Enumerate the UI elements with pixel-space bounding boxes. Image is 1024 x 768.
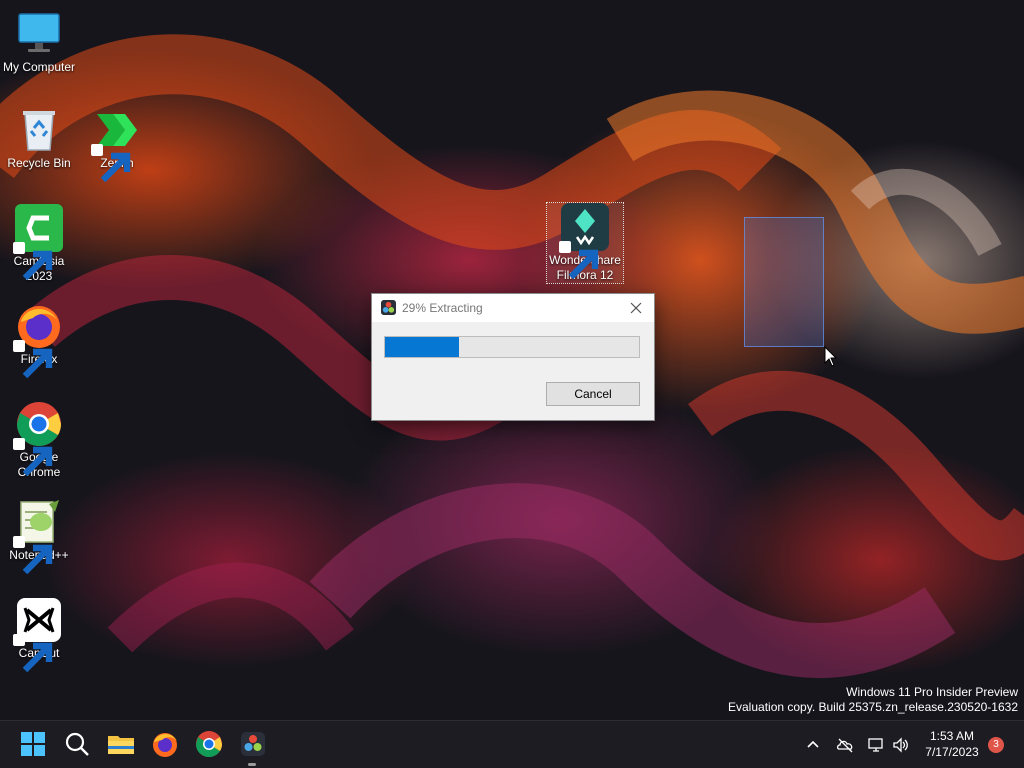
notification-badge[interactable]: 3 <box>988 737 1004 753</box>
desktop-icon-firefox[interactable]: Firefox <box>1 302 77 379</box>
dialog-titlebar[interactable]: 29% Extracting <box>372 294 654 322</box>
search-button[interactable] <box>62 729 92 759</box>
active-app-indicator <box>248 763 256 766</box>
davinci-resolve-icon <box>241 732 265 756</box>
show-hidden-icons-button[interactable] <box>804 736 822 754</box>
desktop-icon-camtasia[interactable]: Camtasia 2023 <box>1 204 77 284</box>
extracting-dialog: 29% Extracting Cancel <box>371 293 655 421</box>
extraction-progress-bar <box>384 336 640 358</box>
taskbar-file-explorer[interactable] <box>106 729 136 759</box>
desktop-icon-my-computer[interactable]: My Computer <box>1 10 77 75</box>
capcut-icon <box>13 596 63 673</box>
zenith-icon <box>91 106 141 183</box>
cloud-offline-icon <box>836 738 853 753</box>
desktop-icon-notepadpp[interactable]: Notepad++ <box>1 498 77 575</box>
computer-icon <box>15 10 63 58</box>
mouse-cursor-icon <box>824 346 838 367</box>
desktop-icon-google-chrome[interactable]: Google Chrome <box>1 400 77 480</box>
search-icon <box>65 732 89 756</box>
close-icon[interactable] <box>626 298 646 318</box>
desktop-icon-filmora[interactable]: Wondershare Filmora 12 <box>546 202 624 284</box>
windows-watermark: Windows 11 Pro Insider Preview Evaluatio… <box>728 685 1018 715</box>
desktop-icon-label: Recycle Bin <box>7 156 71 170</box>
chevron-up-icon <box>807 740 819 748</box>
recycle-bin-icon <box>15 106 63 154</box>
dialog-title: 29% Extracting <box>402 301 483 315</box>
shortcut-arrow-icon <box>13 242 53 281</box>
filmora-icon <box>559 203 609 280</box>
shortcut-arrow-icon <box>13 634 53 673</box>
network-button[interactable] <box>867 736 885 754</box>
firefox-icon <box>13 302 63 379</box>
chrome-icon <box>13 400 63 477</box>
file-explorer-icon <box>108 736 134 754</box>
onedrive-button[interactable] <box>836 736 854 754</box>
clock-time: 1:53 AM <box>929 729 975 743</box>
taskbar: 1:53 AM 7/17/2023 3 <box>0 720 1024 768</box>
firefox-icon <box>153 733 177 757</box>
taskbar-davinci-resolve[interactable] <box>238 729 268 759</box>
volume-icon <box>893 737 908 753</box>
volume-button[interactable] <box>892 736 910 754</box>
drag-selection-rectangle <box>744 217 824 347</box>
shortcut-arrow-icon <box>91 144 131 183</box>
shortcut-arrow-icon <box>13 536 53 575</box>
desktop-icon-recycle-bin[interactable]: Recycle Bin <box>1 106 77 171</box>
network-icon <box>868 738 883 752</box>
davinci-resolve-icon <box>381 300 396 315</box>
shortcut-arrow-icon <box>13 340 53 379</box>
watermark-line-2: Evaluation copy. Build 25375.zn_release.… <box>728 700 1018 714</box>
shortcut-arrow-icon <box>559 241 599 280</box>
shortcut-arrow-icon <box>13 438 53 477</box>
desktop[interactable]: My Computer Recycle Bin Zenith Camtasia … <box>0 0 1024 720</box>
taskbar-chrome[interactable] <box>194 729 224 759</box>
camtasia-icon <box>13 204 63 281</box>
clock-date: 7/17/2023 <box>925 745 979 759</box>
watermark-line-1: Windows 11 Pro Insider Preview <box>846 685 1018 699</box>
chrome-icon <box>195 731 223 758</box>
cancel-button[interactable]: Cancel <box>546 382 640 406</box>
desktop-icon-label: My Computer <box>2 60 76 74</box>
desktop-icon-capcut[interactable]: CapCut <box>1 596 77 673</box>
start-button[interactable] <box>18 729 48 759</box>
desktop-icon-zenith[interactable]: Zenith <box>79 106 155 183</box>
notepadpp-icon <box>13 498 63 575</box>
progress-bar-fill <box>385 337 459 357</box>
taskbar-firefox[interactable] <box>150 729 180 759</box>
taskbar-clock[interactable]: 1:53 AM 7/17/2023 <box>920 728 984 760</box>
start-icon <box>21 732 45 756</box>
